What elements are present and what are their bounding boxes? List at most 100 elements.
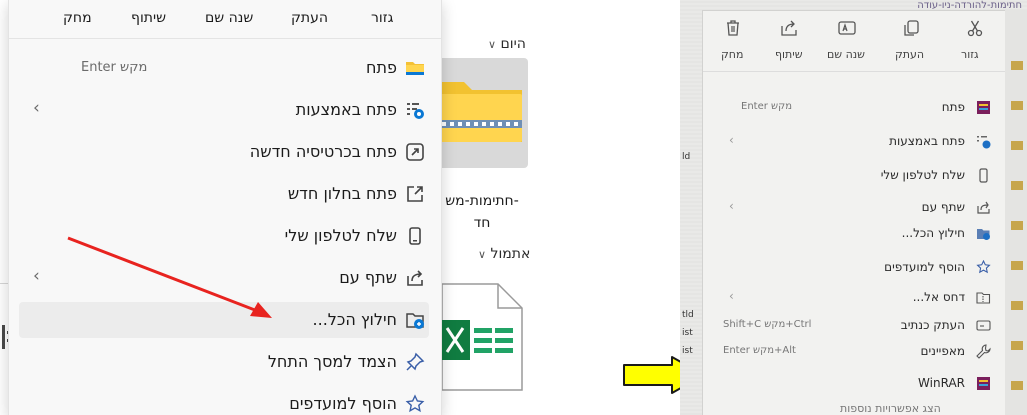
partial-label: ld [682, 152, 691, 162]
group-header-today[interactable]: היום ∨ [484, 36, 526, 52]
menu-item-add-to-favorites[interactable]: הוסף למועדפים [703, 255, 1019, 281]
folder-icon [406, 62, 424, 75]
menu-item-compress-to[interactable]: דחס אל... ‹ [703, 285, 1019, 311]
chevron-down-icon: ∨ [478, 248, 487, 261]
menu-item-label: הצמד למסך התחל [267, 352, 397, 371]
shortcut-text: מקש Enter [741, 101, 792, 112]
context-menu: גזור העתק שנה שם שיתוף מחק פתח מקש Enter… [8, 0, 442, 415]
context-menu-toolbar: גזור העתק שנה שם שיתוף מחק [9, 0, 441, 39]
menu-item-label: פתח באמצעות [889, 134, 965, 148]
menu-item-open-new-tab[interactable]: פתח בכרטיסיה חדשה [9, 134, 441, 170]
menu-item-add-to-favorites[interactable]: הוסף למועדפים [9, 386, 441, 415]
phone-icon [979, 168, 988, 183]
chevron-left-icon: ‹ [33, 266, 40, 286]
excel-file-icon[interactable] [440, 282, 524, 392]
menu-item-label: מאפיינים [920, 344, 965, 358]
share-icon [407, 270, 423, 286]
menu-item-label: פתח [941, 100, 965, 114]
pin-icon [406, 352, 425, 371]
share-button[interactable]: שיתוף [775, 48, 803, 61]
show-more-options-partial[interactable]: הצג אפשרויות נוספות [840, 402, 941, 415]
group-header-yesterday[interactable]: אתמול ∨ [474, 246, 530, 262]
menu-item-label: הוסף למועדפים [289, 394, 397, 413]
zip-file-name: -חתימות-מש חד [428, 190, 536, 234]
menu-item-send-to-phone[interactable]: שלח לטלפון שלי [9, 218, 441, 254]
menu-item-label: דחס אל... [912, 290, 965, 304]
winrar-icon [977, 101, 990, 114]
menu-item-share-with[interactable]: שתף עם ‹ [703, 195, 1019, 221]
menu-item-label: הוסף למועדפים [884, 260, 965, 274]
menu-item-open-new-window[interactable]: פתח בחלון חדש [9, 176, 441, 212]
delete-button[interactable]: מחק [63, 10, 92, 26]
group-yesterday-label: אתמול [490, 246, 531, 262]
folder-icon [1011, 261, 1023, 270]
folder-icon [1011, 181, 1023, 190]
menu-item-open[interactable]: פתח מקש Enter [703, 95, 1019, 121]
folder-icon [1011, 61, 1023, 70]
menu-item-winrar[interactable]: WinRAR [703, 371, 1019, 397]
toolbar-divider [703, 71, 1019, 72]
menu-item-label: שלח לטלפון שלי [284, 226, 397, 245]
copy-button[interactable]: העתק [291, 10, 328, 26]
chevron-left-icon: ‹ [729, 133, 734, 147]
right-screenshot-photo: חתימות-להורדה-ניו-עודה ld tld ist ist מח… [680, 0, 1027, 415]
rename-button[interactable]: שנה שם [827, 48, 865, 61]
extract-icon [977, 229, 990, 240]
menu-item-open-with[interactable]: פתח באמצעות ‹ [703, 129, 1019, 155]
menu-item-label: פתח באמצעות [295, 100, 397, 119]
rename-icon[interactable] [838, 19, 856, 37]
new-tab-icon [406, 143, 424, 161]
menu-item-share-with[interactable]: שתף עם ‹ [9, 260, 441, 296]
chevron-left-icon: ‹ [729, 289, 734, 303]
cut-button[interactable]: גזור [371, 10, 393, 26]
menu-item-label: חילוץ הכל... [312, 310, 397, 329]
menu-item-label: פתח בכרטיסיה חדשה [249, 142, 397, 161]
folder-icon [1011, 341, 1023, 350]
group-today-label: היום [500, 36, 526, 52]
shortcut-text: Alt+מקש Enter [723, 345, 796, 356]
copy-button[interactable]: העתק [895, 48, 924, 61]
context-menu-photo: מחק שיתוף שנה שם העתק גזור פתח מקש Enter… [702, 10, 1020, 415]
path-icon [976, 320, 991, 331]
file-list-strip [1005, 10, 1027, 415]
folder-icon [1011, 221, 1023, 230]
menu-item-send-to-phone[interactable]: שלח לטלפון שלי [703, 163, 1019, 189]
share-button[interactable]: שיתוף [131, 10, 166, 26]
extract-icon [406, 313, 424, 329]
winrar-icon [977, 377, 990, 390]
rename-button[interactable]: שנה שם [205, 10, 253, 26]
star-icon [976, 260, 991, 274]
open-with-icon [407, 103, 424, 119]
zip-name-line2: חד [473, 215, 491, 231]
menu-item-extract-all[interactable]: חילוץ הכל... [9, 302, 441, 338]
phone-icon [409, 227, 421, 245]
menu-item-label: פתח בחלון חדש [287, 184, 397, 203]
share-icon[interactable] [780, 19, 798, 37]
chevron-down-icon: ∨ [488, 38, 497, 51]
partial-label: ist [682, 328, 693, 338]
zip-name-line1: -חתימות-מש [445, 193, 519, 209]
cut-button[interactable]: גזור [961, 48, 979, 61]
menu-item-properties[interactable]: מאפיינים Alt+מקש Enter [703, 339, 1019, 365]
open-with-icon [977, 136, 991, 149]
compress-icon [976, 292, 991, 304]
folder-icon [1011, 301, 1023, 310]
menu-item-label: שלח לטלפון שלי [880, 168, 965, 182]
menu-item-pin-to-start[interactable]: הצמד למסך התחל [9, 344, 441, 380]
menu-item-extract-all[interactable]: חילוץ הכל... [703, 221, 1019, 247]
trash-icon[interactable] [724, 19, 742, 37]
folder-icon [1011, 101, 1023, 110]
scissors-icon[interactable] [966, 19, 984, 37]
chevron-left-icon: ‹ [33, 98, 40, 118]
copy-icon[interactable] [902, 19, 920, 37]
star-icon [405, 394, 425, 413]
shortcut-text: Ctrl+מקש Shift+C [723, 319, 812, 330]
folder-icon [1011, 141, 1023, 150]
menu-item-open[interactable]: פתח מקש Enter [9, 50, 441, 86]
menu-item-copy-as-path[interactable]: העתק כנתיב Ctrl+מקש Shift+C [703, 313, 1019, 339]
menu-item-label: העתק כנתיב [900, 318, 965, 332]
menu-item-label: פתח [366, 58, 397, 77]
delete-button[interactable]: מחק [721, 48, 743, 61]
menu-item-open-with[interactable]: פתח באמצעות ‹ [9, 92, 441, 128]
partial-label: tld [682, 310, 694, 320]
